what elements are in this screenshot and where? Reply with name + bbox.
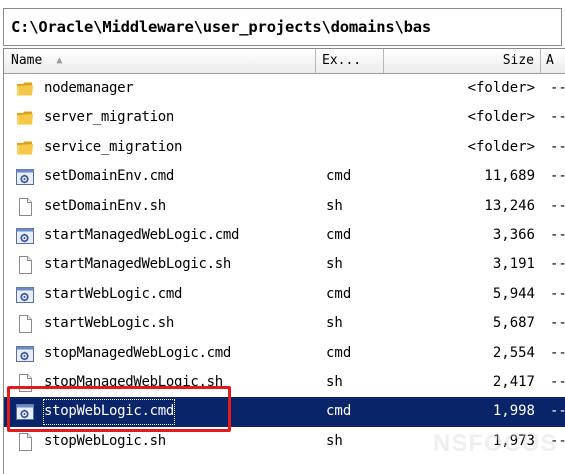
file-name: setDomainEnv.cmd xyxy=(44,168,175,185)
file-attributes: -- xyxy=(550,373,565,390)
column-header-ext[interactable]: Ex... xyxy=(316,49,384,73)
file-size: 2,554 xyxy=(492,344,535,361)
folder-icon xyxy=(16,80,34,98)
file-manager-panel: C:\Oracle\Middleware\user_projects\domai… xyxy=(0,0,565,474)
file-extension: sh xyxy=(326,432,343,449)
file-size: 11,689 xyxy=(484,168,535,185)
file-size: <folder> xyxy=(467,138,535,155)
file-row[interactable]: setDomainEnv.cmd cmd 11,689 -- xyxy=(4,162,565,191)
gear-file-icon xyxy=(16,227,34,245)
column-header-name[interactable]: Name ▲ xyxy=(4,49,316,73)
gear-file-icon xyxy=(16,286,34,304)
file-attributes: -- xyxy=(550,344,565,361)
column-header-size-label: Size xyxy=(502,53,534,68)
blank-file-icon xyxy=(16,315,34,334)
file-row[interactable]: service_migration <folder> -- xyxy=(4,133,565,162)
file-row[interactable]: startManagedWebLogic.cmd cmd 3,366 -- xyxy=(4,221,565,250)
file-extension: cmd xyxy=(326,344,352,361)
folder-icon xyxy=(16,139,34,157)
file-extension: cmd xyxy=(326,285,352,302)
file-size: 13,246 xyxy=(484,197,535,214)
gear-file-icon xyxy=(16,168,34,186)
folder-icon xyxy=(16,109,34,127)
file-attributes: -- xyxy=(550,168,565,185)
file-name: startManagedWebLogic.cmd xyxy=(44,226,240,243)
file-name: nodemanager xyxy=(44,80,134,96)
column-header-size[interactable]: Size xyxy=(384,49,541,73)
column-header-name-label: Name xyxy=(11,53,43,68)
file-extension: sh xyxy=(326,373,343,390)
file-size: 3,191 xyxy=(492,256,535,273)
file-attributes: -- xyxy=(550,80,565,96)
file-row[interactable]: nodemanager <folder> -- xyxy=(4,74,565,103)
sort-ascending-icon: ▲ xyxy=(56,55,63,66)
file-extension: sh xyxy=(326,256,343,273)
path-text: C:\Oracle\Middleware\user_projects\domai… xyxy=(11,18,432,36)
column-header: Name ▲ Ex... Size A xyxy=(4,49,565,74)
file-row[interactable]: startManagedWebLogic.sh sh 3,191 -- xyxy=(4,250,565,279)
file-extension: sh xyxy=(326,315,343,332)
file-size: <folder> xyxy=(467,80,535,96)
file-attributes: -- xyxy=(550,197,565,214)
file-size: 5,687 xyxy=(492,315,535,332)
file-name: service_migration xyxy=(44,138,183,155)
file-name: startWebLogic.sh xyxy=(44,315,175,332)
file-row[interactable]: server_migration <folder> -- xyxy=(4,103,565,132)
blank-file-icon xyxy=(16,197,34,216)
watermark: NSFOCUS xyxy=(433,430,558,457)
file-extension: sh xyxy=(326,197,343,214)
file-extension: cmd xyxy=(326,168,352,185)
file-attributes: -- xyxy=(550,256,565,273)
column-header-ext-label: Ex... xyxy=(322,53,362,68)
file-name: stopManagedWebLogic.cmd xyxy=(44,344,231,361)
file-size: 3,366 xyxy=(492,226,535,243)
path-bar[interactable]: C:\Oracle\Middleware\user_projects\domai… xyxy=(3,8,562,46)
gear-file-icon xyxy=(16,345,34,363)
file-attributes: -- xyxy=(550,109,565,126)
column-header-attr-label: A xyxy=(546,53,554,68)
file-name: startManagedWebLogic.sh xyxy=(44,256,231,273)
file-name: server_migration xyxy=(44,109,175,126)
file-row[interactable]: startWebLogic.cmd cmd 5,944 -- xyxy=(4,280,565,309)
file-row[interactable]: stopManagedWebLogic.cmd cmd 2,554 -- xyxy=(4,339,565,368)
file-attributes: -- xyxy=(550,138,565,155)
file-name: startWebLogic.cmd xyxy=(44,285,183,302)
file-name: setDomainEnv.sh xyxy=(44,197,166,214)
file-attributes: -- xyxy=(550,285,565,302)
column-header-attr[interactable]: A xyxy=(541,49,565,73)
file-attributes: -- xyxy=(550,315,565,332)
file-size: 5,944 xyxy=(492,285,535,302)
file-row[interactable]: setDomainEnv.sh sh 13,246 -- xyxy=(4,192,565,221)
file-row[interactable]: startWebLogic.sh sh 5,687 -- xyxy=(4,309,565,338)
blank-file-icon xyxy=(16,256,34,275)
file-attributes: -- xyxy=(550,226,565,243)
blank-file-icon xyxy=(16,432,34,451)
red-highlight-box xyxy=(7,386,231,432)
file-size: 2,417 xyxy=(492,373,535,390)
file-extension: cmd xyxy=(326,403,352,420)
file-attributes: -- xyxy=(550,403,565,420)
file-extension: cmd xyxy=(326,226,352,243)
file-size: 1,998 xyxy=(492,403,535,420)
file-size: <folder> xyxy=(467,109,535,126)
